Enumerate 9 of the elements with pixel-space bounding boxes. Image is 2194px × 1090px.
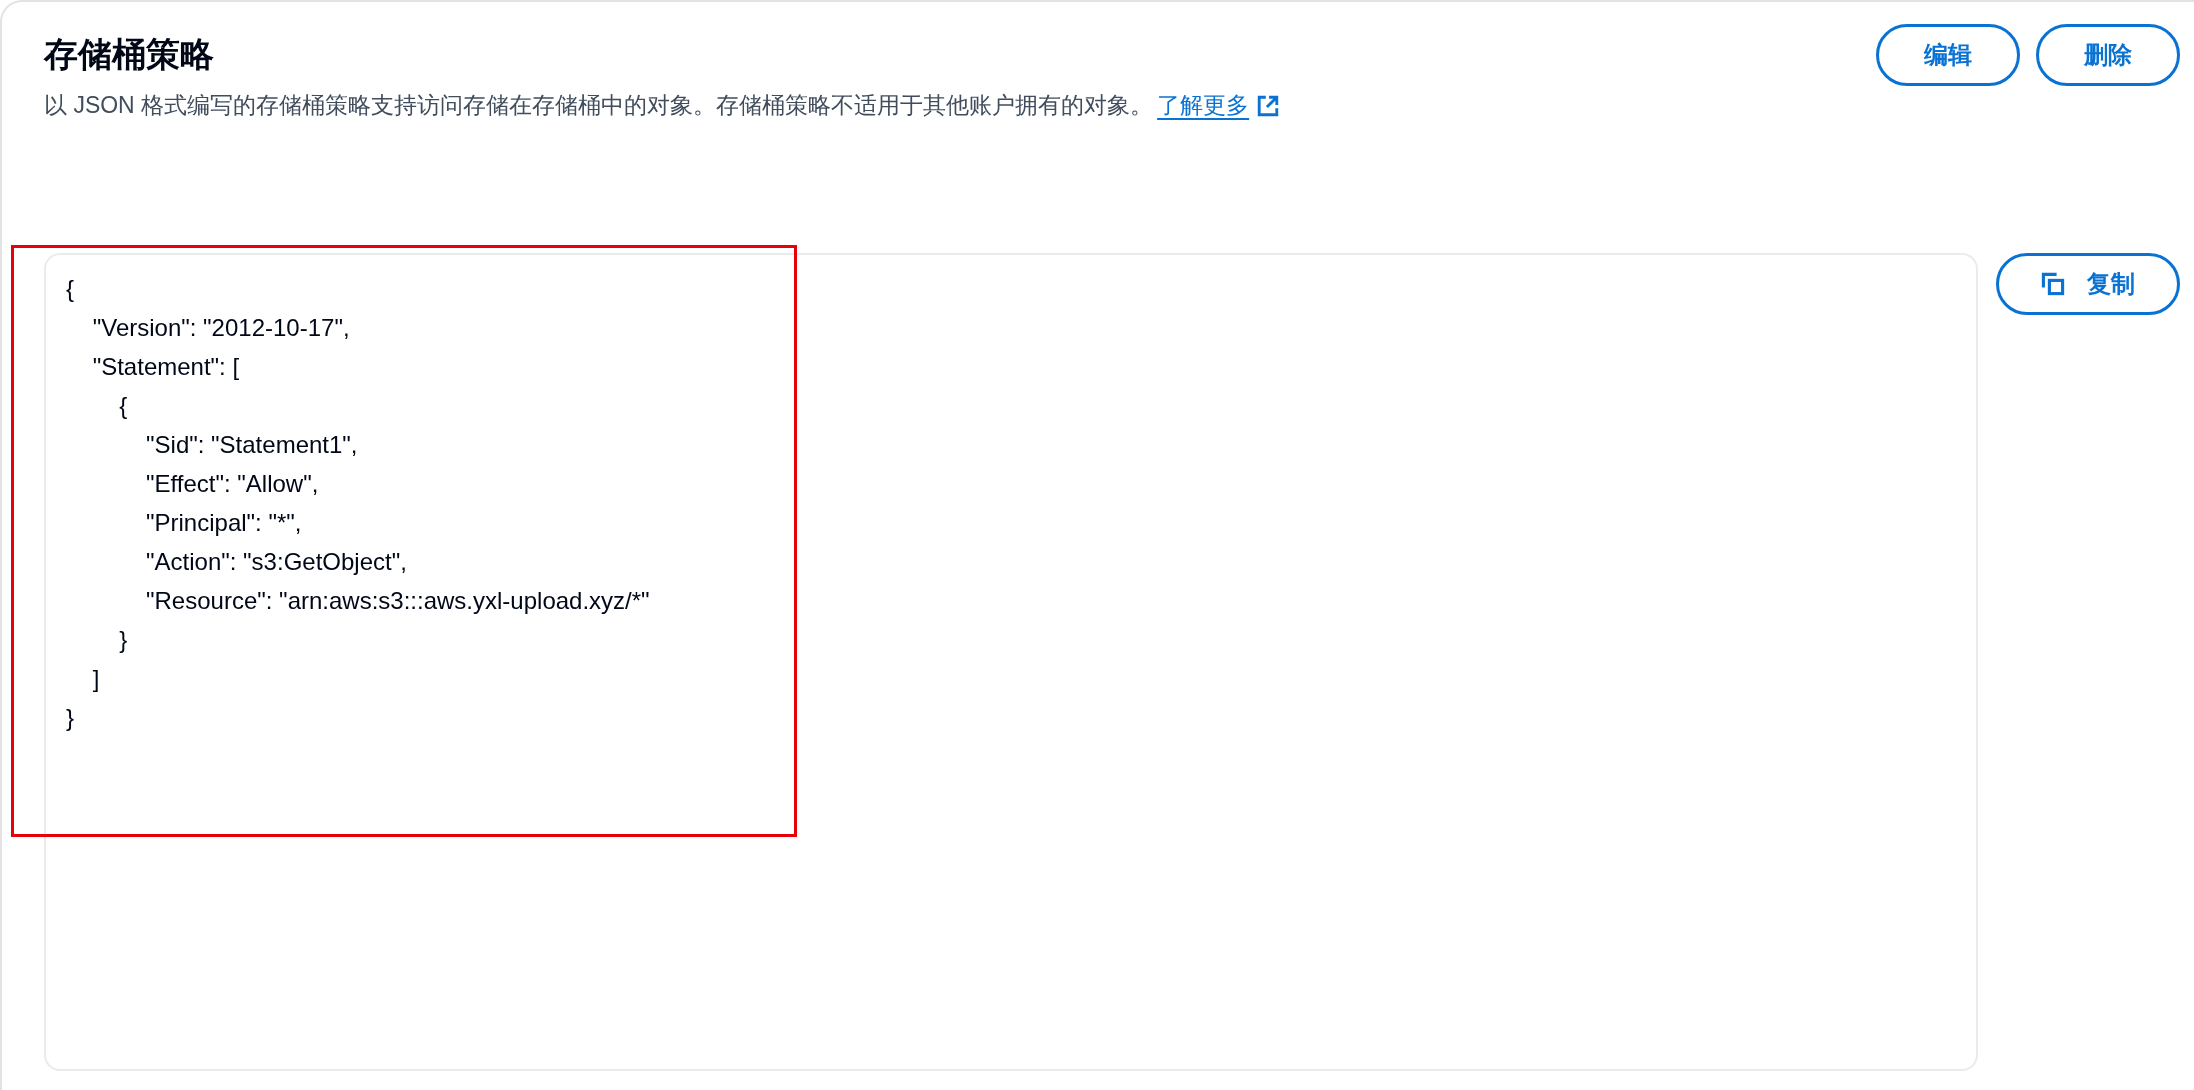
description: 以 JSON 格式编写的存储桶策略支持访问存储在存储桶中的对象。存储桶策略不适用于其他账户拥有的对象。 bbox=[44, 91, 1154, 120]
learn-more-link[interactable]: 了解更多 bbox=[1157, 90, 1250, 121]
section-title: 存储桶策略 bbox=[44, 34, 215, 75]
copy-button[interactable]: 复制 bbox=[1996, 253, 2180, 315]
policy-editor[interactable]: { "Version": "2012-10-17", "Statement": [ { "Sid": "Statement1", "Effect": "Allow", "Principal": "*", "Action": "s3:GetObject", "Resource": "arn:aws:s3:::aws.yxl-upload.xyz/*" } ] } bbox=[44, 253, 1978, 1071]
copy-icon bbox=[2041, 272, 2065, 296]
action-button[interactable]: 删除 bbox=[2036, 24, 2180, 86]
external-link-icon bbox=[1257, 94, 1280, 117]
action-button[interactable]: 编辑 bbox=[1876, 24, 2020, 86]
